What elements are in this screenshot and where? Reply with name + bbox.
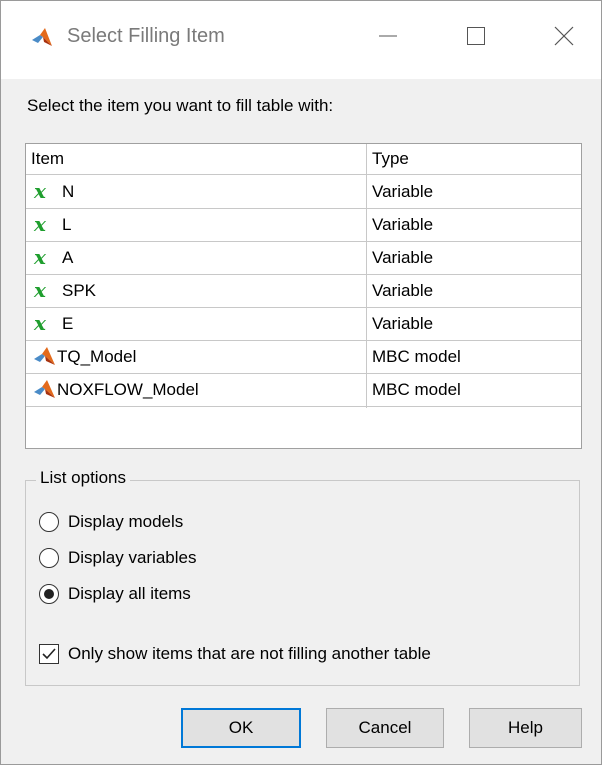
only-unfilled-checkbox[interactable]	[39, 644, 59, 664]
item-name: TQ_Model	[57, 347, 137, 366]
table-row[interactable]: x E Variable	[26, 307, 581, 341]
matlab-model-icon	[34, 345, 56, 367]
item-name: A	[62, 248, 74, 267]
list-options-group: List options Display models Display vari…	[25, 468, 580, 686]
title-bar[interactable]: Select Filling Item	[1, 1, 601, 79]
table-row[interactable]: x SPK Variable	[26, 274, 581, 308]
radio-display-models[interactable]: Display models	[39, 509, 183, 535]
item-name: E	[62, 314, 74, 333]
maximize-button[interactable]	[453, 15, 499, 61]
matlab-app-icon	[31, 26, 53, 48]
column-header-item[interactable]: Item	[31, 144, 64, 174]
radio-label[interactable]: Display models	[68, 512, 183, 532]
item-type: MBC model	[372, 380, 461, 399]
checkbox-label[interactable]: Only show items that are not filling ano…	[68, 644, 431, 664]
prompt-label: Select the item you want to fill table w…	[27, 96, 334, 115]
radio-button[interactable]	[39, 548, 59, 568]
variable-icon: x	[34, 179, 46, 203]
table-row[interactable]: NOXFLOW_Model MBC model	[26, 373, 581, 407]
item-type: Variable	[372, 248, 434, 267]
help-button[interactable]: Help	[469, 708, 582, 748]
table-row[interactable]: TQ_Model MBC model	[26, 340, 581, 374]
item-name: SPK	[62, 281, 97, 300]
variable-icon: x	[34, 278, 46, 302]
item-type: Variable	[372, 215, 434, 234]
item-type: Variable	[372, 281, 434, 300]
item-type: Variable	[372, 182, 434, 201]
column-header-type[interactable]: Type	[372, 144, 409, 174]
item-name: L	[62, 215, 72, 234]
window-title: Select Filling Item	[67, 25, 225, 47]
item-name: NOXFLOW_Model	[57, 380, 199, 399]
items-table[interactable]: Item Type x N Variable x L Variable x A …	[25, 143, 582, 449]
select-filling-item-dialog: Select Filling Item Select the item you …	[0, 0, 602, 765]
variable-icon: x	[34, 245, 46, 269]
table-row[interactable]: x A Variable	[26, 241, 581, 275]
radio-button-selected[interactable]	[39, 584, 59, 604]
checkmark-icon	[42, 648, 56, 660]
close-button[interactable]	[541, 15, 587, 61]
item-name: N	[62, 182, 75, 201]
radio-label[interactable]: Display all items	[68, 584, 191, 604]
only-unfilled-checkbox-row[interactable]: Only show items that are not filling ano…	[39, 641, 431, 667]
cancel-button[interactable]: Cancel	[326, 708, 444, 748]
variable-icon: x	[34, 212, 46, 236]
table-row[interactable]: x L Variable	[26, 208, 581, 242]
radio-display-variables[interactable]: Display variables	[39, 545, 197, 571]
radio-label[interactable]: Display variables	[68, 548, 197, 568]
minimize-button[interactable]	[365, 15, 411, 61]
radio-display-all-items[interactable]: Display all items	[39, 581, 191, 607]
ok-button[interactable]: OK	[181, 708, 301, 748]
radio-button[interactable]	[39, 512, 59, 532]
matlab-model-icon	[34, 378, 56, 400]
table-header: Item Type	[26, 144, 581, 175]
maximize-icon	[466, 26, 486, 51]
minimize-icon	[378, 26, 398, 51]
table-row[interactable]: x N Variable	[26, 175, 581, 209]
close-icon	[554, 26, 574, 51]
item-type: Variable	[372, 314, 434, 333]
item-type: MBC model	[372, 347, 461, 366]
list-options-legend: List options	[36, 468, 130, 488]
variable-icon: x	[34, 311, 46, 335]
